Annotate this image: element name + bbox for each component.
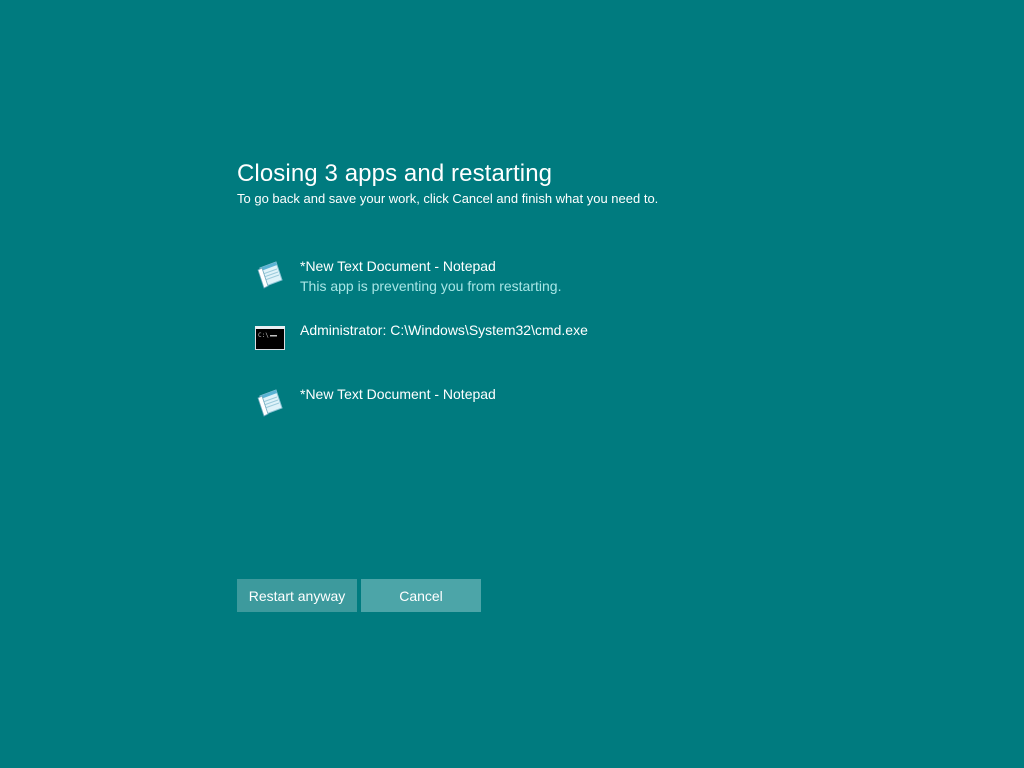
- notepad-icon: [257, 389, 283, 417]
- svg-text:C:\: C:\: [258, 332, 269, 339]
- restart-dialog: Closing 3 apps and restarting To go back…: [237, 158, 797, 208]
- restart-anyway-button[interactable]: Restart anyway: [237, 579, 357, 612]
- app-name: *New Text Document - Notepad: [300, 386, 496, 402]
- notepad-icon: [257, 261, 283, 289]
- app-name: Administrator: C:\Windows\System32\cmd.e…: [300, 322, 588, 338]
- app-list-item: C:\ Administrator: C:\Windows\System32\c…: [254, 318, 754, 382]
- app-list-item: *New Text Document - Notepad: [254, 382, 754, 446]
- app-name: *New Text Document - Notepad: [300, 258, 496, 274]
- dialog-subtitle: To go back and save your work, click Can…: [237, 191, 659, 206]
- cmd-icon: C:\: [255, 326, 285, 350]
- app-list: *New Text Document - Notepad This app is…: [254, 254, 754, 446]
- app-status: This app is preventing you from restarti…: [300, 278, 562, 294]
- button-bar: Restart anyway Cancel: [237, 579, 481, 612]
- cancel-button[interactable]: Cancel: [361, 579, 481, 612]
- app-list-item: *New Text Document - Notepad This app is…: [254, 254, 754, 318]
- dialog-title: Closing 3 apps and restarting: [237, 160, 553, 187]
